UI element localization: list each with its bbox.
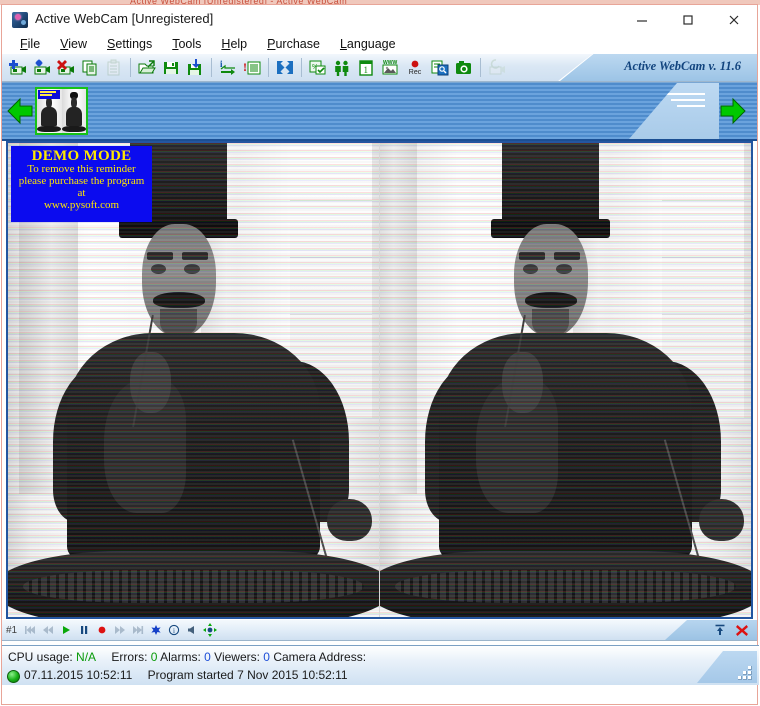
copy-icon[interactable] xyxy=(78,56,102,79)
log-icon[interactable]: ! xyxy=(240,56,264,79)
skip-start-icon[interactable] xyxy=(21,621,39,639)
fullscreen-icon[interactable] xyxy=(273,56,297,79)
record-dot-icon[interactable] xyxy=(93,621,111,639)
broadcast-icon[interactable] xyxy=(428,56,452,79)
disabled-camera-icon xyxy=(485,56,509,79)
active-webcam-window: Active WebCam [Unregistered] - Active We… xyxy=(0,0,760,706)
status-led-green xyxy=(7,670,20,683)
open-icon[interactable] xyxy=(135,56,159,79)
menu-item-settings[interactable]: Settings xyxy=(97,35,162,54)
menu-item-help[interactable]: Help xyxy=(211,35,257,54)
scheduler-icon[interactable]: % xyxy=(306,56,330,79)
cpu-usage-label: CPU usage: xyxy=(8,650,73,664)
program-started-value: 7 Nov 2015 10:52:11 xyxy=(237,668,348,682)
thumbnail-demo-badge xyxy=(38,90,60,99)
svg-text:1: 1 xyxy=(364,65,369,75)
menu-item-tools[interactable]: Tools xyxy=(162,35,211,54)
program-started-label: Program started xyxy=(147,668,234,682)
fast-forward-icon[interactable] xyxy=(111,621,129,639)
menu-item-file[interactable]: FFileile xyxy=(10,35,50,54)
skip-end-icon[interactable] xyxy=(129,621,147,639)
close-panel-icon[interactable] xyxy=(733,621,751,639)
camera-number-label: #1 xyxy=(6,624,18,636)
toolbar-separator xyxy=(301,58,302,77)
close-icon[interactable] xyxy=(711,5,757,35)
playback-bar: #1 i xyxy=(2,619,757,641)
next-camera-arrow-icon[interactable] xyxy=(719,95,747,127)
cpu-usage-value: N/A xyxy=(76,650,97,664)
alarms-label: Alarms: xyxy=(160,650,201,664)
video-pane-right[interactable] xyxy=(379,143,751,617)
webcam-icon xyxy=(12,12,28,28)
viewers-value: 0 xyxy=(263,650,270,664)
delete-camera-icon[interactable] xyxy=(54,56,78,79)
users-icon[interactable] xyxy=(330,56,354,79)
status-timestamp: 07.11.2015 10:52:11 xyxy=(24,668,133,682)
menu-bar: FFileile View Settings Tools Help Purcha… xyxy=(2,35,757,54)
snapshot-icon[interactable] xyxy=(452,56,476,79)
toolbar-separator xyxy=(268,58,269,77)
playback-bar-right-tab xyxy=(665,620,757,640)
save-icon[interactable] xyxy=(159,56,183,79)
speaker-icon[interactable] xyxy=(183,621,201,639)
toolbar-separator xyxy=(480,58,481,77)
paste-icon xyxy=(102,56,126,79)
prev-camera-arrow-icon[interactable] xyxy=(6,95,34,127)
camera-address-label: Camera Address: xyxy=(273,650,367,664)
pan-tilt-icon[interactable] xyxy=(201,621,219,639)
minimize-icon[interactable] xyxy=(619,5,665,35)
viewers-label: Viewers: xyxy=(214,650,260,664)
camera-strip xyxy=(2,82,757,141)
camera-info-icon[interactable]: i xyxy=(216,56,240,79)
svg-text:i: i xyxy=(173,627,175,635)
play-icon[interactable] xyxy=(57,621,75,639)
pin-up-icon[interactable] xyxy=(711,621,729,639)
pause-icon[interactable] xyxy=(75,621,93,639)
record-icon[interactable]: Rec xyxy=(402,56,428,79)
toolbar-separator xyxy=(130,58,131,77)
video-pane-left[interactable]: DEMO MODE To remove this reminder please… xyxy=(8,143,379,617)
add-camera-icon[interactable] xyxy=(6,56,30,79)
demo-line-5: www.pysoft.com xyxy=(43,198,120,211)
web-publish-icon[interactable]: WWW xyxy=(378,56,402,79)
status-row-timestamp: 07.11.2015 10:52:11 Program started 7 No… xyxy=(24,668,348,682)
demo-mode-overlay: DEMO MODE To remove this reminder please… xyxy=(11,146,152,222)
settings-icon[interactable] xyxy=(147,621,165,639)
maximize-icon[interactable] xyxy=(665,5,711,35)
svg-text:!: ! xyxy=(243,60,247,74)
info-icon[interactable]: i xyxy=(165,621,183,639)
resize-grip-icon[interactable] xyxy=(697,651,757,683)
errors-label: Errors: xyxy=(111,650,148,664)
errors-value: 0 xyxy=(150,650,158,664)
save-as-icon[interactable] xyxy=(183,56,207,79)
toolbar-separator xyxy=(211,58,212,77)
configure-camera-icon[interactable] xyxy=(30,56,54,79)
demo-title: DEMO MODE xyxy=(31,148,132,164)
camera-thumbnail-1[interactable] xyxy=(35,87,88,135)
main-window: Active WebCam [Unregistered] FFileile Vi… xyxy=(1,4,759,705)
status-bar: CPU usage: N/A Errors: 0 Alarms: 0 Viewe… xyxy=(2,641,759,687)
calendar-icon[interactable]: 1 xyxy=(354,56,378,79)
title-bar: Active WebCam [Unregistered] xyxy=(2,5,757,35)
video-panel[interactable]: DEMO MODE To remove this reminder please… xyxy=(6,141,753,619)
window-controls xyxy=(619,5,757,35)
menu-item-language[interactable]: Language xyxy=(330,35,406,54)
brand-label: Active WebCam v. 11.6 xyxy=(624,59,741,73)
window-title: Active WebCam [Unregistered] xyxy=(35,11,214,26)
rewind-icon[interactable] xyxy=(39,621,57,639)
record-label: Rec xyxy=(408,68,422,76)
menu-item-purchase[interactable]: Purchase xyxy=(257,35,330,54)
toolbar: i ! % 1 WWW Rec Active WebCam v. 11.6 xyxy=(2,54,757,82)
alarms-value: 0 xyxy=(204,650,211,664)
status-row-counters: CPU usage: N/A Errors: 0 Alarms: 0 Viewe… xyxy=(8,650,366,664)
menu-item-view[interactable]: View xyxy=(50,35,97,54)
camera-strip-tab xyxy=(629,83,719,139)
brand-tab: Active WebCam v. 11.6 xyxy=(552,54,757,81)
